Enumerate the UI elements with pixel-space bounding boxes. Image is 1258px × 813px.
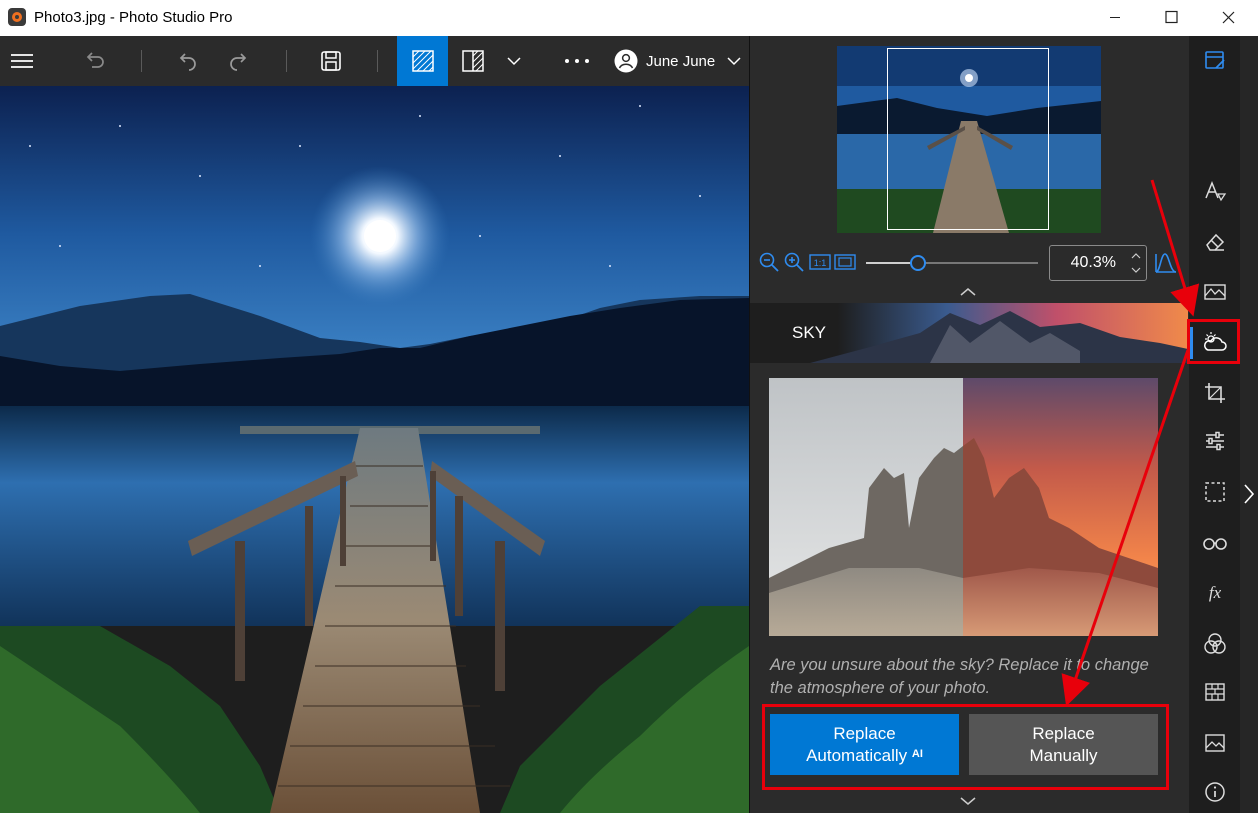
actual-size-icon: 1:1 (809, 254, 831, 270)
zoom-fit-button[interactable] (834, 254, 856, 275)
undo-all-button[interactable] (78, 36, 112, 86)
zoom-out-icon (759, 252, 779, 272)
redo-button[interactable] (222, 36, 256, 86)
close-button[interactable] (1200, 0, 1256, 36)
maximize-button[interactable] (1143, 0, 1199, 36)
menu-button[interactable] (0, 36, 44, 86)
save-icon (321, 51, 341, 71)
tool-image[interactable] (1189, 723, 1240, 763)
app-logo-icon (8, 8, 26, 26)
chevron-up-icon (960, 288, 976, 296)
undo-all-icon (86, 52, 104, 68)
minimize-button[interactable] (1087, 0, 1143, 36)
photo-canvas[interactable] (0, 86, 749, 813)
navigator-viewport-frame[interactable] (887, 48, 1049, 230)
tool-edit-notes[interactable] (1189, 40, 1240, 80)
photo-image (0, 86, 749, 813)
menu-icon (11, 54, 33, 68)
user-account-menu[interactable]: June June (614, 36, 746, 86)
zoom-out-button[interactable] (759, 252, 779, 277)
more-button[interactable] (557, 36, 597, 86)
arrow-to-replace-buttons (1061, 349, 1190, 707)
zoom-in-button[interactable] (784, 252, 804, 277)
sky-section-title: SKY (792, 323, 827, 342)
chevron-down-icon (960, 797, 976, 805)
user-avatar-icon (614, 49, 638, 73)
expand-panel-button[interactable] (959, 794, 977, 812)
toolbar-divider (286, 50, 287, 72)
toolbar-divider (141, 50, 142, 72)
undo-icon (179, 53, 196, 71)
annotation-arrows (1061, 179, 1200, 707)
undo-button[interactable] (170, 36, 204, 86)
redo-icon (230, 53, 247, 71)
zoom-actual-size-button[interactable]: 1:1 (809, 254, 831, 275)
view-split-button[interactable] (456, 36, 490, 86)
annotation-highlight-replace-buttons (762, 704, 1169, 790)
arrow-to-sky-tool (1150, 179, 1200, 317)
svg-text:1:1: 1:1 (814, 258, 827, 268)
collapse-navigator-button[interactable] (959, 285, 977, 303)
window-title: Photo3.jpg - Photo Studio Pro (34, 9, 233, 26)
svg-text:fx: fx (1208, 583, 1221, 602)
fit-to-window-icon (834, 254, 856, 270)
expand-edge[interactable] (1240, 36, 1258, 813)
close-icon (1222, 11, 1235, 24)
view-single-button[interactable] (397, 36, 448, 86)
save-button[interactable] (314, 36, 348, 86)
chevron-down-icon (507, 57, 521, 66)
view-options-dropdown[interactable] (500, 36, 528, 86)
zoom-in-icon (784, 252, 804, 272)
edit-notes-icon (1204, 51, 1225, 69)
view-single-icon (411, 50, 434, 72)
chevron-down-icon (727, 57, 741, 66)
maximize-icon (1165, 10, 1178, 24)
info-icon (1204, 782, 1225, 802)
tool-info[interactable] (1189, 772, 1240, 812)
chevron-right-icon (1244, 484, 1255, 504)
panel-divider (749, 36, 750, 813)
toolbar-divider (377, 50, 378, 72)
more-icon (565, 59, 589, 63)
view-split-icon (462, 50, 484, 72)
minimize-icon (1110, 17, 1120, 18)
image-icon (1204, 734, 1225, 752)
user-name: June June (646, 52, 716, 70)
zoom-slider-thumb[interactable] (910, 255, 926, 271)
